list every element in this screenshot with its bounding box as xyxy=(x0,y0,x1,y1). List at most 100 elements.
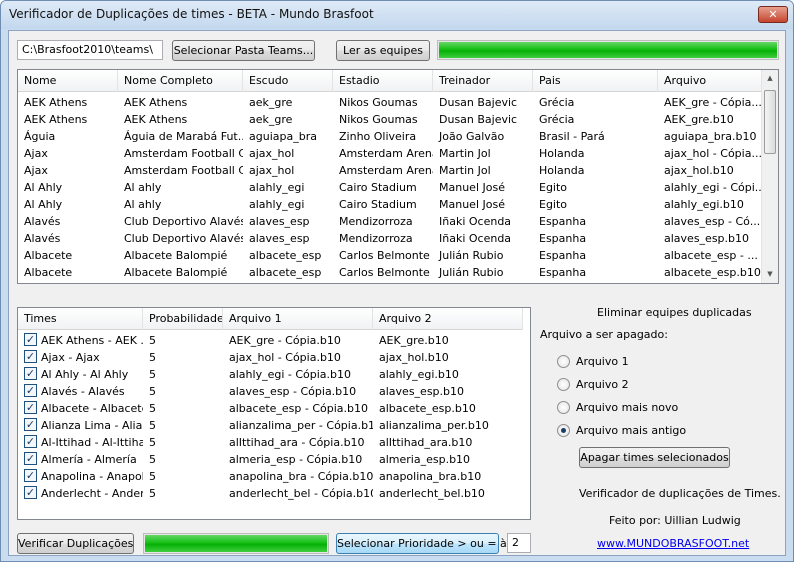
list-item[interactable]: ✓ Alavés - Alavés 5 alaves_esp - Cópia.b10 a… xyxy=(18,383,523,400)
table-cell: Mendizorroza xyxy=(339,215,413,228)
list-cell: 5 xyxy=(149,436,156,449)
column-header[interactable]: Escudo xyxy=(243,70,333,92)
delete-selected-button[interactable]: Apagar times selecionados xyxy=(579,447,730,468)
row-checkbox[interactable]: ✓ xyxy=(24,350,37,363)
list-cell: anderlecht_bel.b10 xyxy=(379,487,485,500)
list-cell: 5 xyxy=(149,402,156,415)
teams-scrollbar[interactable]: ▲ ▼ xyxy=(761,70,778,283)
column-header[interactable]: Nome xyxy=(18,70,118,92)
row-checkbox[interactable]: ✓ xyxy=(24,401,37,414)
table-cell: Egito xyxy=(539,181,568,194)
column-header[interactable]: Arquivo 1 xyxy=(223,308,373,330)
table-cell: Mendizorroza xyxy=(339,232,413,245)
select-folder-button[interactable]: Selecionar Pasta Teams... xyxy=(172,40,315,61)
row-checkbox[interactable]: ✓ xyxy=(24,418,37,431)
row-checkbox[interactable]: ✓ xyxy=(24,435,37,448)
team-pair-label: Anapolina - Anapoli... xyxy=(41,470,143,483)
row-checkbox[interactable]: ✓ xyxy=(24,333,37,346)
table-cell: AEK Athens xyxy=(24,96,88,109)
title-bar[interactable]: Verificador de Duplicações de times - BE… xyxy=(1,1,793,29)
table-row[interactable]: Al Ahly Al ahly alahly_egi Cairo Stadium Man… xyxy=(18,179,762,196)
row-checkbox[interactable]: ✓ xyxy=(24,469,37,482)
list-cell: ajax_hol - Cópia.b10 xyxy=(229,351,341,364)
table-cell: aek_gre xyxy=(249,96,293,109)
column-header[interactable]: Nome Completo xyxy=(118,70,243,92)
delete-option-label: Arquivo 2 xyxy=(576,378,629,391)
scroll-thumb[interactable] xyxy=(764,90,776,154)
row-checkbox[interactable]: ✓ xyxy=(24,452,37,465)
table-row[interactable]: Ajax Amsterdam Football Cl... ajax_hol Amst… xyxy=(18,162,762,179)
delete-option[interactable]: Arquivo mais antigo xyxy=(557,424,686,437)
table-row[interactable]: Ajax Amsterdam Football Cl... ajax_hol Amst… xyxy=(18,145,762,162)
select-priority-button[interactable]: Selecionar Prioridade > ou = à: xyxy=(336,533,511,554)
teams-list-header: Nome Nome Completo Escudo Estadio Treinador P… xyxy=(18,70,762,92)
read-progress-fill xyxy=(439,42,777,58)
list-cell: 5 xyxy=(149,334,156,347)
list-cell: ✓ Al Ahly - Al Ahly xyxy=(18,366,143,383)
row-checkbox[interactable]: ✓ xyxy=(24,367,37,380)
row-checkbox[interactable]: ✓ xyxy=(24,486,37,499)
teams-list[interactable]: Nome Nome Completo Escudo Estadio Treinador P… xyxy=(17,69,779,284)
column-header[interactable]: Arquivo 2 xyxy=(373,308,523,330)
list-item[interactable]: ✓ Anderlecht - Anderl... 5 anderlecht_bel -… xyxy=(18,485,523,502)
table-cell: Manuel José xyxy=(439,181,505,194)
verify-duplicates-button[interactable]: Verificar Duplicações xyxy=(17,533,134,554)
list-item[interactable]: ✓ Ajax - Ajax 5 ajax_hol - Cópia.b10 ajax_ho… xyxy=(18,349,523,366)
team-pair-label: Almería - Almería xyxy=(41,453,137,466)
duplicates-list[interactable]: Times Probabilidade Arquivo 1 Arquivo 2 ✓ AE… xyxy=(17,307,531,520)
list-item[interactable]: ✓ Alianza Lima - Alian... 5 alianzalima_per… xyxy=(18,417,523,434)
column-header[interactable]: Arquivo xyxy=(658,70,762,92)
list-cell: alahly_egi - Cópia.b10 xyxy=(229,368,352,381)
column-header[interactable]: Probabilidade xyxy=(143,308,223,330)
list-item[interactable]: ✓ Al-Ittihad - Al-Ittihad 5 alIttihad_ara -… xyxy=(18,434,523,451)
list-cell: ✓ Al-Ittihad - Al-Ittihad xyxy=(18,434,143,451)
list-cell: anapolina_bra.b10 xyxy=(379,470,482,483)
list-item[interactable]: ✓ AEK Athens - AEK ... 5 AEK_gre - Cópia.b1… xyxy=(18,332,523,349)
read-teams-button[interactable]: Ler as equipes xyxy=(336,40,430,61)
list-item[interactable]: ✓ Al Ahly - Al Ahly 5 alahly_egi - Cópia.b1… xyxy=(18,366,523,383)
table-row[interactable]: Al Ahly Al ahly alahly_egi Cairo Stadium Man… xyxy=(18,196,762,213)
list-item[interactable]: ✓ Albacete - Albacete 5 albacete_esp - Cópi… xyxy=(18,400,523,417)
delete-option[interactable]: Arquivo mais novo xyxy=(557,401,678,414)
radio-button[interactable] xyxy=(557,378,570,391)
list-item[interactable]: ✓ Anapolina - Anapoli... 5 anapolina_bra - … xyxy=(18,468,523,485)
author-text: Feito por: Uillian Ludwig xyxy=(609,514,741,527)
table-row[interactable]: Águia Águia de Marabá Fut... aguiapa_bra Zi… xyxy=(18,128,762,145)
table-cell: Albacete Balompié xyxy=(124,249,228,262)
table-row[interactable]: Albacete Albacete Balompié albacete_esp Car… xyxy=(18,247,762,264)
list-cell: ✓ Albacete - Albacete xyxy=(18,400,143,417)
scroll-up-arrow-icon[interactable]: ▲ xyxy=(762,70,778,87)
table-row[interactable]: AEK Athens AEK Athens aek_gre Nikos Goumas D… xyxy=(18,111,762,128)
delete-option[interactable]: Arquivo 2 xyxy=(557,378,629,391)
table-cell: Ajax xyxy=(24,164,48,177)
column-header[interactable]: Estadio xyxy=(333,70,433,92)
table-row[interactable]: Alavés Club Deportivo Alavés alaves_esp Men… xyxy=(18,213,762,230)
column-header[interactable]: Treinador xyxy=(433,70,533,92)
table-cell: Espanha xyxy=(539,249,587,262)
list-cell: 5 xyxy=(149,453,156,466)
table-cell: Iñaki Ocenda xyxy=(439,232,512,245)
radio-button[interactable] xyxy=(557,424,570,437)
priority-input[interactable]: 2 xyxy=(507,533,531,553)
table-cell: Martin Jol xyxy=(439,147,491,160)
list-cell: ✓ Almería - Almería xyxy=(18,451,143,468)
scroll-down-arrow-icon[interactable]: ▼ xyxy=(762,266,778,283)
close-button[interactable]: ✕ xyxy=(758,6,788,23)
table-row[interactable]: AEK Athens AEK Athens aek_gre Nikos Goumas D… xyxy=(18,94,762,111)
table-row[interactable]: Albacete Albacete Balompié albacete_esp Car… xyxy=(18,264,762,281)
row-checkbox[interactable]: ✓ xyxy=(24,384,37,397)
list-cell: alIttihad_ara - Cópia.b10 xyxy=(229,436,365,449)
teams-path-field[interactable]: C:\Brasfoot2010\teams\ xyxy=(17,40,163,60)
delete-option[interactable]: Arquivo 1 xyxy=(557,355,629,368)
list-item[interactable]: ✓ Almería - Almería 5 almeria_esp - Cópia.b… xyxy=(18,451,523,468)
radio-button[interactable] xyxy=(557,355,570,368)
table-cell: Grécia xyxy=(539,96,575,109)
column-header[interactable]: Times xyxy=(18,308,143,330)
table-cell: aguiapa_bra xyxy=(249,130,317,143)
column-header[interactable]: Pais xyxy=(533,70,658,92)
list-cell: alIttihad_ara.b10 xyxy=(379,436,473,449)
table-row[interactable]: Alavés Club Deportivo Alavés alaves_esp Men… xyxy=(18,230,762,247)
website-link[interactable]: www.MUNDOBRASFOOT.net xyxy=(597,537,749,550)
read-progress-bar xyxy=(437,40,779,60)
radio-button[interactable] xyxy=(557,401,570,414)
